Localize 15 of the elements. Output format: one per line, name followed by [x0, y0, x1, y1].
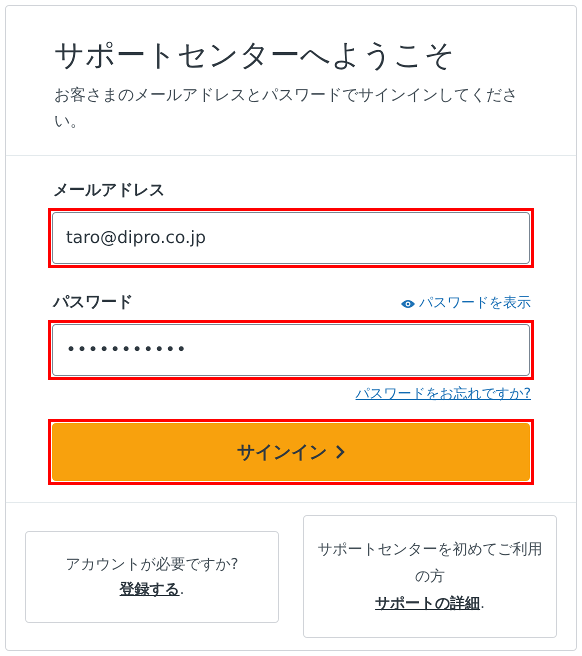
info-text: アカウントが必要ですか? 登録する. [66, 554, 238, 600]
email-label: メールアドレス [53, 179, 166, 201]
subtitle: お客さまのメールアドレスとパスワードでサインインしてください。 [54, 84, 519, 132]
sign-in-button[interactable]: サインイン [52, 423, 530, 481]
forgot-password-link[interactable]: パスワードをお忘れですか? [356, 384, 531, 405]
info-text: サポートセンターを初めてご利用の方 サポートの詳細. [316, 539, 544, 614]
info-link[interactable]: サポートの詳細 [375, 594, 480, 612]
email-field[interactable]: taro@dipro.co.jp [52, 212, 530, 264]
chevron-right-icon [335, 444, 345, 460]
eye-icon [401, 298, 415, 308]
password-field[interactable]: ••••••••••• [52, 324, 530, 376]
show-password-link[interactable]: パスワードを表示 [401, 293, 531, 314]
page-title: サポートセンターへようこそ [54, 37, 456, 75]
info-link[interactable]: 登録する [120, 580, 180, 598]
password-label: パスワード [53, 291, 133, 313]
